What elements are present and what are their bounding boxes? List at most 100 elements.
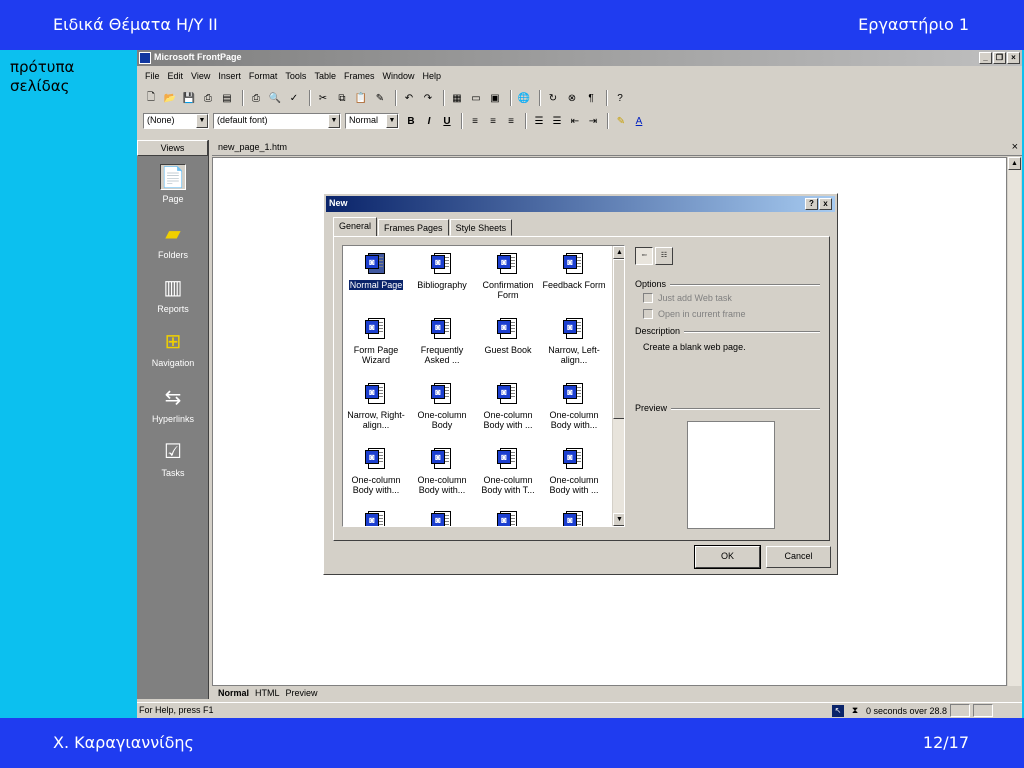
cancel-button[interactable]: Cancel <box>766 546 831 568</box>
add-web-task-checkbox[interactable]: Just add Web task <box>643 293 732 303</box>
view-reports[interactable]: ▥ Reports <box>137 274 209 315</box>
tab-normal[interactable]: Normal <box>218 688 249 698</box>
highlight-icon[interactable]: ✎ <box>613 113 629 129</box>
template-one-column-body-with[interactable]: ◙ One-column Body with ... <box>475 380 541 430</box>
menu-window[interactable]: Window <box>382 71 414 81</box>
font-select[interactable]: (default font) ▼ <box>213 113 341 129</box>
template-one-column-body-with[interactable]: ◙ One-column Body with... <box>409 445 475 495</box>
print-icon[interactable]: ⎙ <box>248 90 264 106</box>
insert-component-icon[interactable]: ▦ <box>449 90 465 106</box>
bullets-icon[interactable]: ☰ <box>549 113 565 129</box>
stop-icon[interactable]: ⊗ <box>564 90 580 106</box>
template-partial[interactable]: ◙ <box>409 508 475 526</box>
view-tasks[interactable]: ☑ Tasks <box>137 438 209 479</box>
numbering-icon[interactable]: ☰ <box>531 113 547 129</box>
menu-file[interactable]: File <box>145 71 160 81</box>
close-document-icon[interactable]: × <box>1012 141 1018 153</box>
template-partial[interactable]: ◙ <box>343 508 409 526</box>
tab-preview[interactable]: Preview <box>286 688 318 698</box>
editor-vertical-scrollbar[interactable]: ▲ <box>1008 157 1021 686</box>
menu-view[interactable]: View <box>191 71 210 81</box>
template-feedback-form[interactable]: ◙ Feedback Form <box>541 250 607 290</box>
chevron-down-icon[interactable]: ▼ <box>196 114 208 128</box>
chevron-down-icon[interactable]: ▼ <box>386 114 398 128</box>
format-painter-icon[interactable]: ✎ <box>372 90 388 106</box>
view-hyperlinks[interactable]: ⇆ Hyperlinks <box>137 384 209 425</box>
template-one-column-body-with[interactable]: ◙ One-column Body with ... <box>541 445 607 495</box>
template-confirmation-form[interactable]: ◙ Confirmation Form <box>475 250 541 300</box>
minimize-button[interactable]: _ <box>979 52 992 64</box>
help-icon[interactable]: ? <box>612 90 628 106</box>
scroll-up-icon[interactable]: ▲ <box>613 246 624 259</box>
menu-insert[interactable]: Insert <box>218 71 241 81</box>
preview-in-browser-icon[interactable]: 🔍 <box>267 90 283 106</box>
template-one-column-body-with[interactable]: ◙ One-column Body with... <box>343 445 409 495</box>
menu-table[interactable]: Table <box>314 71 336 81</box>
template-partial[interactable]: ◙ <box>541 508 607 526</box>
hyperlink-icon[interactable]: 🌐 <box>516 90 532 106</box>
increase-indent-icon[interactable]: ⇥ <box>585 113 601 129</box>
menu-tools[interactable]: Tools <box>285 71 306 81</box>
template-faq[interactable]: ◙ Frequently Asked ... <box>409 315 475 365</box>
open-folder-icon[interactable]: 📂 <box>162 90 178 106</box>
insert-picture-icon[interactable]: ▣ <box>487 90 503 106</box>
close-window-button[interactable]: × <box>1007 52 1020 64</box>
template-one-column-body-with[interactable]: ◙ One-column Body with... <box>541 380 607 430</box>
bold-icon[interactable]: B <box>403 113 419 129</box>
tab-general[interactable]: General <box>333 217 378 236</box>
align-left-icon[interactable]: ≡ <box>467 113 483 129</box>
template-form-page-wizard[interactable]: ◙ Form Page Wizard <box>343 315 409 365</box>
align-right-icon[interactable]: ≡ <box>503 113 519 129</box>
template-list[interactable]: ◙ Normal Page ◙ Bibliography ◙ Confirmation… <box>342 245 625 527</box>
publish-icon[interactable]: ⎙ <box>200 90 216 106</box>
large-icons-icon[interactable]: ▫▫ <box>635 247 653 265</box>
paste-icon[interactable]: 📋 <box>353 90 369 106</box>
chevron-down-icon[interactable]: ▼ <box>328 114 340 128</box>
open-current-frame-checkbox[interactable]: Open in current frame <box>643 309 746 319</box>
template-one-column-body-with[interactable]: ◙ One-column Body with T... <box>475 445 541 495</box>
dialog-close-button[interactable]: x <box>819 198 832 210</box>
view-navigation[interactable]: ⊞ Navigation <box>137 328 209 369</box>
template-list-scrollbar[interactable]: ▲ ▼ <box>612 246 624 526</box>
template-partial[interactable]: ◙ <box>475 508 541 526</box>
template-guest-book[interactable]: ◙ Guest Book <box>475 315 541 355</box>
list-view-icon[interactable]: ☷ <box>655 247 673 265</box>
dialog-help-button[interactable]: ? <box>805 198 818 210</box>
insert-table-icon[interactable]: ▭ <box>468 90 484 106</box>
template-bibliography[interactable]: ◙ Bibliography <box>409 250 475 290</box>
template-normal-page[interactable]: ◙ Normal Page <box>343 250 409 291</box>
underline-icon[interactable]: U <box>439 113 455 129</box>
tab-html[interactable]: HTML <box>255 688 280 698</box>
align-center-icon[interactable]: ≡ <box>485 113 501 129</box>
scroll-up-icon[interactable]: ▲ <box>1008 157 1021 170</box>
menu-frames[interactable]: Frames <box>344 71 375 81</box>
cut-icon[interactable]: ✂ <box>315 90 331 106</box>
redo-icon[interactable]: ↷ <box>420 90 436 106</box>
tab-frames-pages[interactable]: Frames Pages <box>378 219 449 236</box>
menu-help[interactable]: Help <box>422 71 441 81</box>
decrease-indent-icon[interactable]: ⇤ <box>567 113 583 129</box>
style-select[interactable]: (None) ▼ <box>143 113 209 129</box>
view-folders[interactable]: ▰ Folders <box>137 220 209 261</box>
spelling-icon[interactable]: ✓ <box>286 90 302 106</box>
menu-edit[interactable]: Edit <box>168 71 184 81</box>
template-one-column-body[interactable]: ◙ One-column Body <box>409 380 475 430</box>
save-icon[interactable]: 💾 <box>181 90 197 106</box>
menu-format[interactable]: Format <box>249 71 278 81</box>
template-narrow-left[interactable]: ◙ Narrow, Left-align... <box>541 315 607 365</box>
new-page-icon[interactable]: 🗋 <box>143 90 159 106</box>
undo-icon[interactable]: ↶ <box>401 90 417 106</box>
folder-list-icon[interactable]: ▤ <box>219 90 235 106</box>
italic-icon[interactable]: I <box>421 113 437 129</box>
tab-style-sheets[interactable]: Style Sheets <box>449 219 513 236</box>
font-color-icon[interactable]: A <box>631 113 647 129</box>
show-all-icon[interactable]: ¶ <box>583 90 599 106</box>
scroll-down-icon[interactable]: ▼ <box>613 513 624 526</box>
restore-button[interactable]: ❐ <box>993 52 1006 64</box>
copy-icon[interactable]: ⧉ <box>334 90 350 106</box>
scrollbar-thumb[interactable] <box>613 259 624 419</box>
refresh-icon[interactable]: ↻ <box>545 90 561 106</box>
size-select[interactable]: Normal ▼ <box>345 113 399 129</box>
template-narrow-right[interactable]: ◙ Narrow, Right-align... <box>343 380 409 430</box>
view-page[interactable]: 📄 Page <box>137 164 209 204</box>
